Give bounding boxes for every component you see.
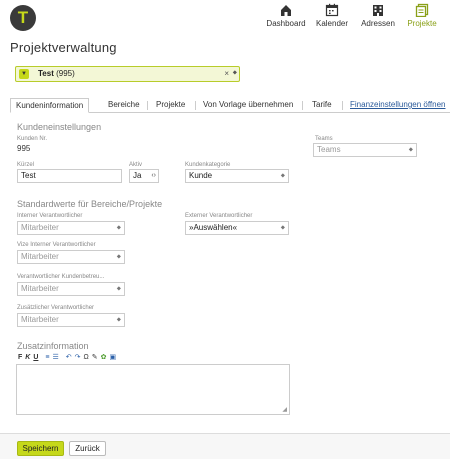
calendar-icon (325, 3, 339, 17)
customer-rep-label: Verantwortlicher Kundenbetreu... (17, 274, 105, 280)
tab-separator (195, 101, 196, 110)
vice-resp-label: Vize Interner Verantwortlicher (17, 242, 96, 248)
nav-kalender-label: Kalender (315, 19, 349, 28)
kuerzel-input[interactable]: Test (17, 169, 122, 183)
tab-kundeninformation[interactable]: Kundeninformation (10, 98, 90, 113)
italic-icon[interactable]: K (25, 354, 30, 362)
ordered-list-icon[interactable]: ≡ (45, 354, 49, 362)
chevron-down-icon: ⬥ (280, 173, 285, 179)
tab-separator (147, 101, 148, 110)
special-char-icon[interactable]: Ω (84, 354, 89, 362)
vice-resp-select[interactable]: Mitarbeiter ⬥ (17, 250, 125, 264)
section-standardwerte: Standardwerte für Bereiche/Projekte (17, 199, 163, 209)
save-button[interactable]: Speichern (17, 441, 64, 456)
project-select-value: Test (995) (38, 69, 75, 78)
chevron-down-icon: ⬥ (280, 225, 285, 231)
external-resp-select[interactable]: »Auswählen« ⬥ (185, 221, 289, 235)
home-icon (281, 5, 291, 16)
back-button[interactable]: Zurück (69, 441, 106, 456)
nav-dashboard[interactable]: Dashboard (264, 3, 308, 28)
additional-resp-value: Mitarbeiter (21, 315, 59, 324)
nav-adressen-label: Adressen (361, 19, 395, 28)
clear-icon[interactable]: × (224, 69, 229, 78)
top-bar: T Dashboard Kalender Adressen Projekte (0, 0, 450, 34)
tab-projekte[interactable]: Projekte (151, 98, 190, 113)
customer-rep-value: Mitarbeiter (21, 284, 59, 293)
internal-resp-label: Interner Verantwortlicher (17, 213, 83, 219)
redo-icon[interactable]: ↷ (75, 354, 81, 362)
dropdown-arrow-icon[interactable]: ⬥ (233, 70, 237, 77)
kundenkategorie-select[interactable]: Kunde ⬥ (185, 169, 289, 183)
additional-resp-label: Zusätzlicher Verantwortlicher (17, 305, 95, 311)
paste-icon[interactable]: ▣ (110, 354, 117, 362)
kuerzel-label: Kürzel (17, 162, 35, 168)
tab-bereiche[interactable]: Bereiche (103, 98, 145, 113)
projects-icon (415, 3, 429, 17)
tab-finanzeinstellungen[interactable]: Finanzeinstellungen öffnen (345, 98, 450, 113)
bold-icon[interactable]: F (18, 354, 22, 362)
chevron-down-icon: ⬥ (116, 254, 121, 260)
unordered-list-icon[interactable]: ☰ (53, 354, 59, 362)
nav-projekte-label: Projekte (407, 19, 437, 28)
app-logo[interactable]: T (10, 5, 36, 31)
customer-rep-select[interactable]: Mitarbeiter ⬥ (17, 282, 125, 296)
edit-icon[interactable]: ✎ (92, 354, 98, 362)
section-kundeneinstellungen: Kundeneinstellungen (17, 122, 102, 132)
additional-info-editor[interactable]: ◢ (16, 364, 290, 415)
aktiv-select[interactable]: Ja ‹› (129, 169, 159, 183)
nav-adressen[interactable]: Adressen (356, 3, 400, 28)
project-select[interactable]: ▼ Test (995) × ⬥ (15, 66, 240, 82)
footer-bar (0, 433, 450, 459)
chevron-down-icon: ⬥ (116, 286, 121, 292)
tab-von-vorlage[interactable]: Von Vorlage übernehmen (198, 98, 298, 113)
chevron-down-icon[interactable]: ▼ (19, 69, 29, 79)
additional-resp-select[interactable]: Mitarbeiter ⬥ (17, 313, 125, 327)
resize-handle-icon[interactable]: ◢ (282, 406, 287, 413)
undo-icon[interactable]: ↶ (66, 354, 72, 362)
internal-resp-value: Mitarbeiter (21, 223, 59, 232)
tab-tarife[interactable]: Tarife (307, 98, 337, 113)
chevron-down-icon: ⬥ (116, 317, 121, 323)
building-icon (373, 5, 383, 16)
kundenkategorie-label: Kundenkategorie (185, 162, 231, 168)
kunden-nr-label: Kunden Nr. (17, 136, 48, 142)
section-zusatzinformation: Zusatzinformation (17, 341, 89, 351)
teams-label: Teams (315, 136, 333, 142)
external-resp-label: Externer Verantwortlicher (185, 213, 253, 219)
editor-toolbar: F K U ≡ ☰ ↶ ↷ Ω ✎ ✿ ▣ (18, 353, 116, 363)
tab-bar: Kundeninformation Bereiche Projekte Von … (10, 98, 450, 113)
logo-letter: T (17, 8, 29, 27)
chevron-down-icon: ⬥ (408, 147, 413, 153)
underline-icon[interactable]: U (33, 354, 38, 362)
nav-kalender[interactable]: Kalender (310, 3, 354, 28)
page-title: Projektverwaltung (10, 40, 117, 55)
aktiv-select-value: Ja (133, 171, 142, 180)
project-number: (995) (56, 69, 75, 78)
nav-dashboard-label: Dashboard (266, 19, 306, 28)
chevron-down-icon: ⬥ (116, 225, 121, 231)
nav-projekte[interactable]: Projekte (400, 3, 444, 28)
teams-select-value: Teams (317, 145, 341, 154)
tab-separator (342, 101, 343, 110)
project-name: Test (38, 69, 54, 78)
kunden-nr-value: 995 (17, 144, 31, 153)
teams-select[interactable]: Teams ⬥ (313, 143, 417, 157)
plugin-icon[interactable]: ✿ (101, 354, 107, 362)
kundenkategorie-select-value: Kunde (189, 171, 213, 180)
aktiv-label: Aktiv (129, 162, 143, 168)
external-resp-value: »Auswählen« (189, 223, 238, 232)
internal-resp-select[interactable]: Mitarbeiter ⬥ (17, 221, 125, 235)
vice-resp-value: Mitarbeiter (21, 252, 59, 261)
tab-separator (302, 101, 303, 110)
stepper-icon: ‹› (151, 172, 156, 179)
